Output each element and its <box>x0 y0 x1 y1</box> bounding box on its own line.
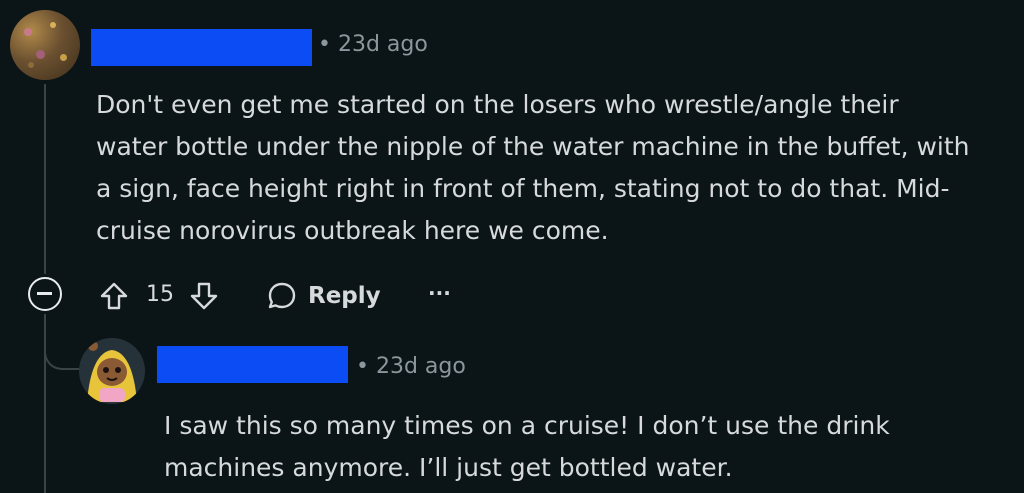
upvote-button[interactable] <box>98 279 132 313</box>
collapse-thread-button[interactable] <box>28 277 62 311</box>
reply-button[interactable]: Reply <box>266 279 381 313</box>
reply-body-line: machines anymore. I’ll just get bottled … <box>164 453 733 482</box>
reply-branch-line <box>44 334 84 370</box>
more-options-button[interactable]: ··· <box>428 281 451 305</box>
comment-avatar[interactable] <box>10 10 80 80</box>
comment-body-line: a sign, face height right in front of th… <box>96 174 950 203</box>
downvote-arrow-icon <box>190 282 218 310</box>
comment-username-redacted[interactable] <box>91 29 312 66</box>
reply-avatar[interactable] <box>79 338 145 404</box>
comment-body-line: cruise norovirus outbreak here we come. <box>96 216 609 245</box>
reply-label: Reply <box>308 283 381 309</box>
snoo-avatar-icon <box>79 338 145 404</box>
comment-timestamp: • 23d ago <box>318 32 428 57</box>
upvote-arrow-icon <box>100 282 128 310</box>
reply-body: I saw this so many times on a cruise! I … <box>164 405 890 489</box>
comment-body: Don't even get me started on the losers … <box>96 84 970 252</box>
speech-bubble-icon <box>268 282 296 309</box>
comment-body-line: water bottle under the nipple of the wat… <box>96 132 970 161</box>
reply-body-line: I saw this so many times on a cruise! I … <box>164 411 890 440</box>
reply-username-redacted[interactable] <box>157 346 348 383</box>
vote-count: 15 <box>146 282 174 307</box>
thread-line <box>44 84 46 274</box>
downvote-button[interactable] <box>188 279 222 313</box>
reply-timestamp: • 23d ago <box>356 354 466 379</box>
comment-body-line: Don't even get me started on the losers … <box>96 90 899 119</box>
